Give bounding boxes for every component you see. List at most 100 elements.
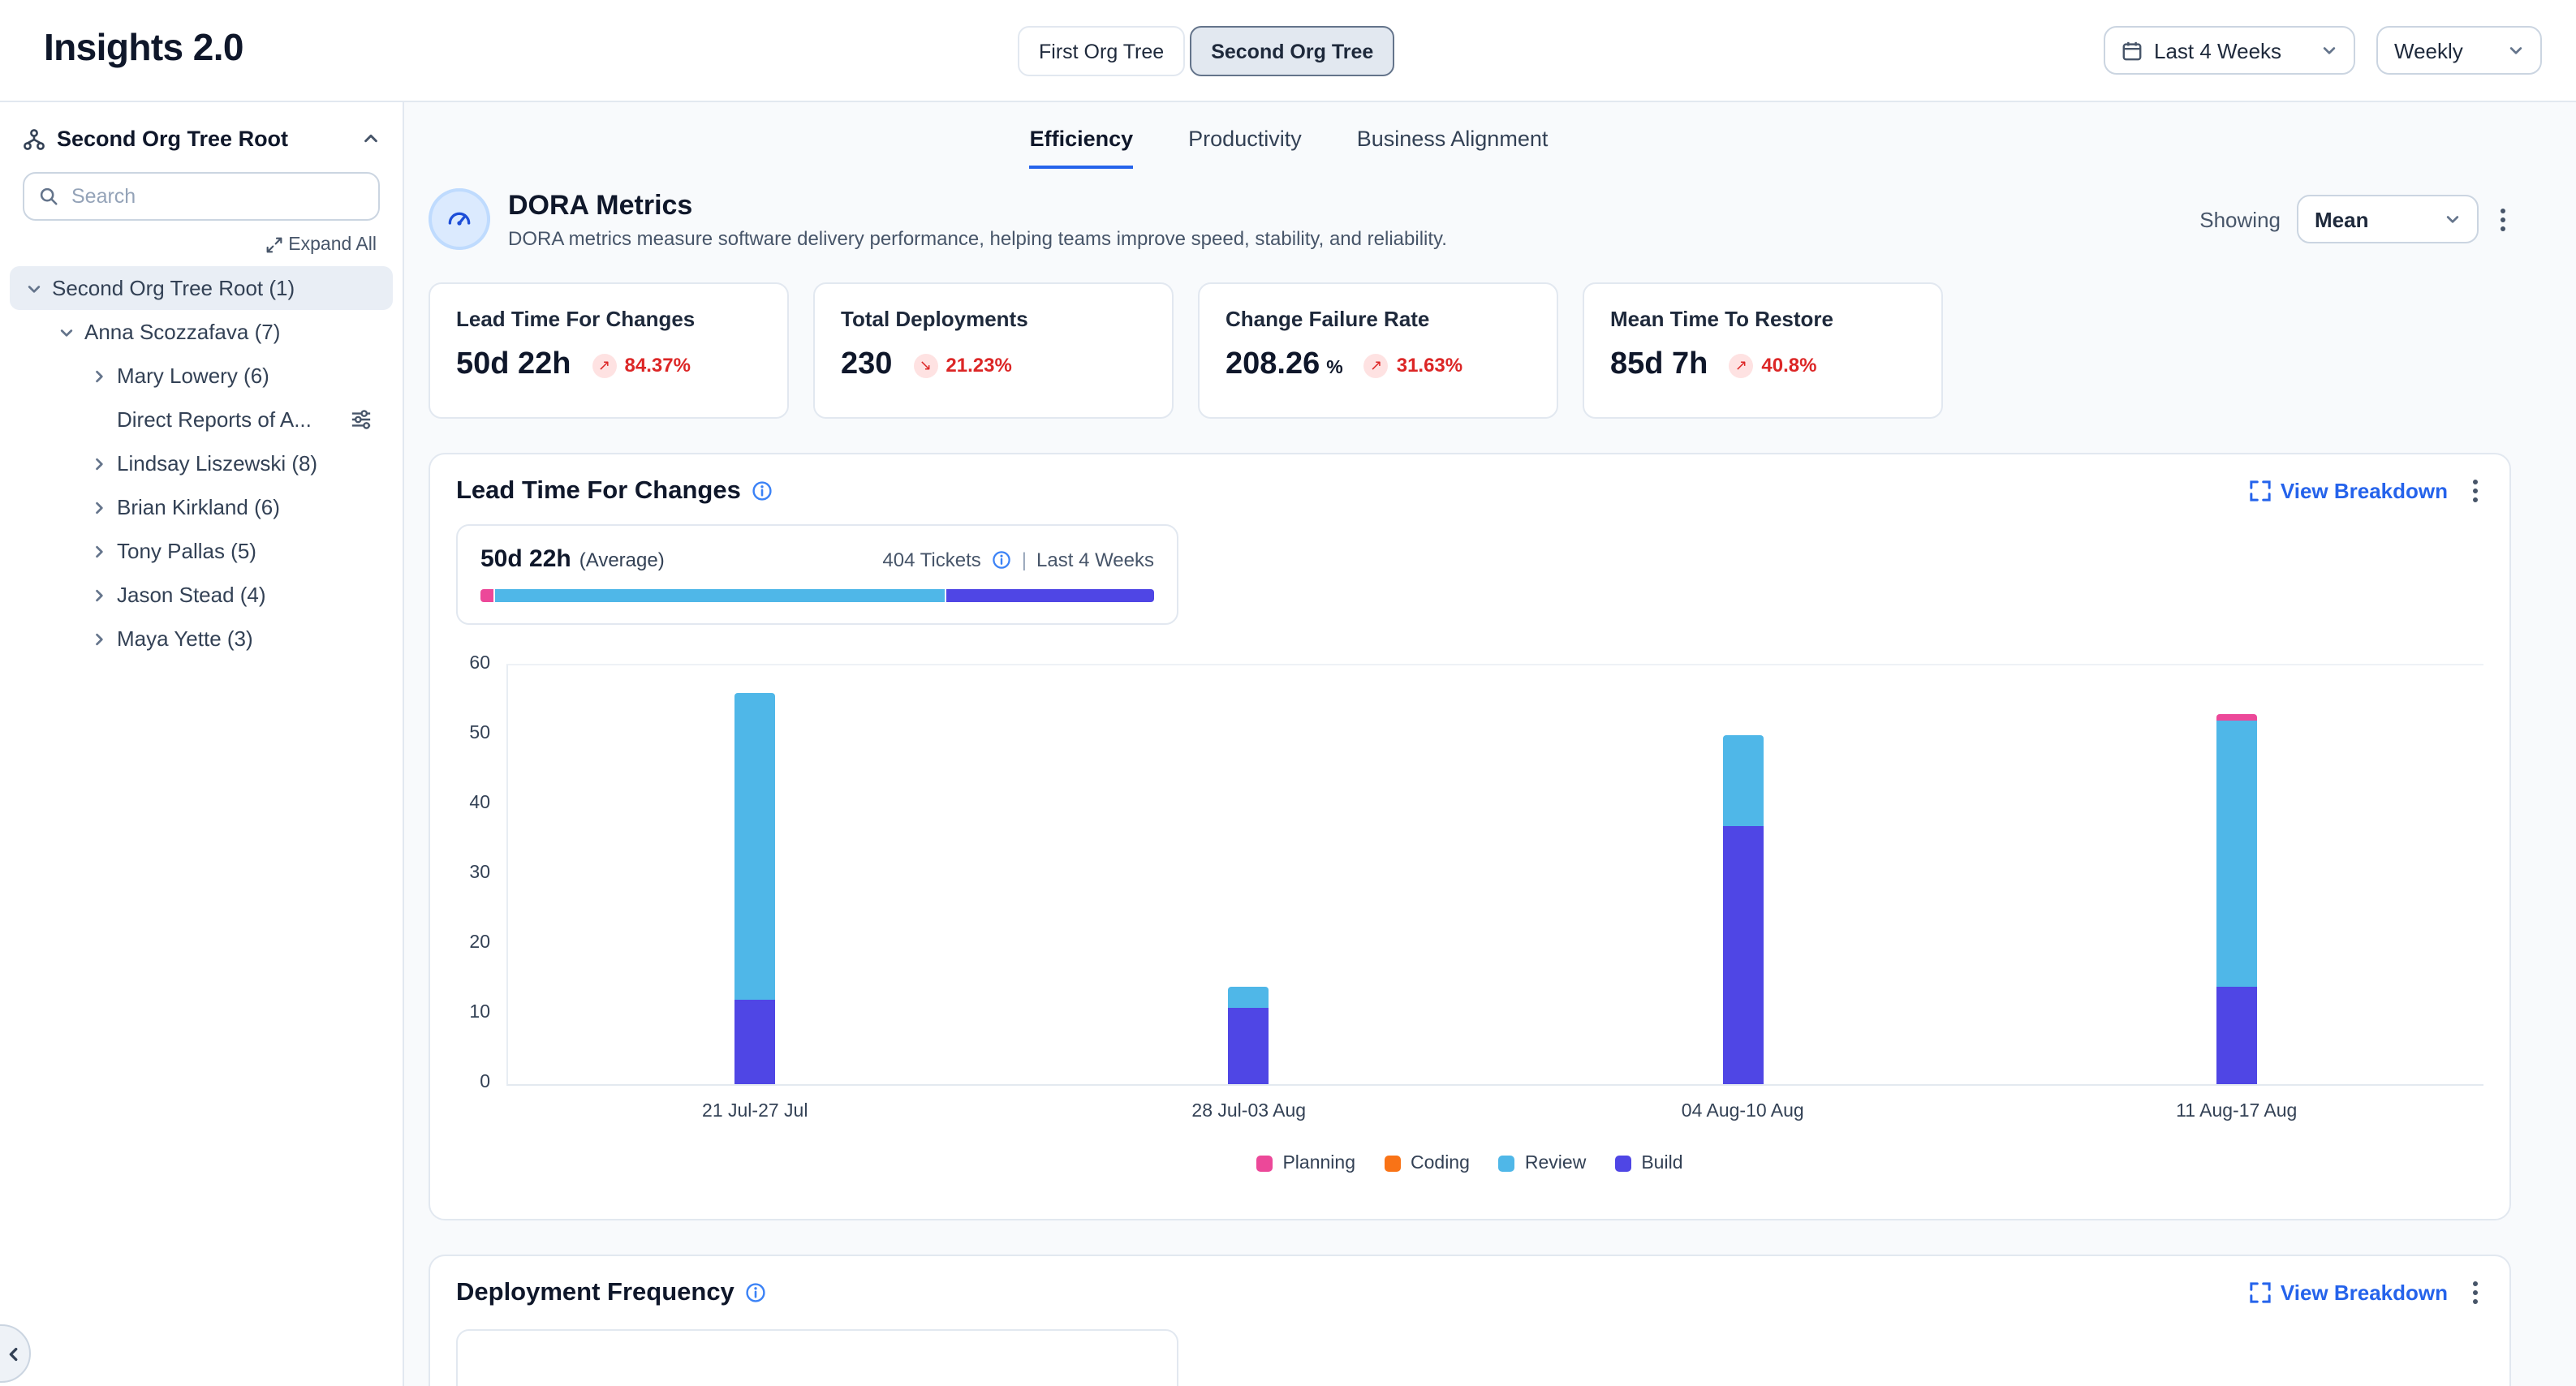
metric-card: Total Deployments230↘21.23%	[813, 282, 1174, 419]
tree-item-label: Tony Pallas (5)	[117, 539, 256, 563]
chevron-right-icon[interactable]	[88, 368, 110, 384]
bar-segment-planning	[2216, 714, 2257, 721]
bar-0[interactable]	[734, 693, 775, 1084]
showing-dropdown[interactable]: Mean	[2297, 195, 2479, 243]
tree-item[interactable]: Direct Reports of A...	[10, 398, 393, 441]
tree-item-label: Lindsay Liszewski (8)	[117, 451, 317, 476]
trend-down-icon: ↘	[913, 353, 937, 377]
chevron-right-icon[interactable]	[88, 587, 110, 603]
view-breakdown-button[interactable]: View Breakdown	[2250, 1281, 2448, 1305]
chevron-down-icon[interactable]	[55, 324, 78, 340]
bar-segment-build	[734, 1001, 775, 1084]
x-axis-label: 04 Aug-10 Aug	[1682, 1102, 1804, 1121]
metric-value: 230	[841, 347, 892, 383]
info-icon[interactable]	[746, 1282, 767, 1303]
chevron-right-icon[interactable]	[88, 455, 110, 471]
tree-item[interactable]: Second Org Tree Root (1)	[10, 266, 393, 310]
legend-label: Planning	[1282, 1154, 1355, 1173]
summary-range: Last 4 Weeks	[1036, 548, 1154, 570]
metric-delta: ↘21.23%	[913, 353, 1011, 377]
bar-3[interactable]	[2216, 714, 2257, 1084]
header-controls: Last 4 Weeks Weekly	[2104, 26, 2542, 75]
org-tree-icon	[23, 127, 45, 150]
chevron-right-icon[interactable]	[88, 543, 110, 559]
expand-all-button[interactable]: Expand All	[26, 235, 377, 255]
first-org-tree-button[interactable]: First Org Tree	[1018, 26, 1185, 76]
metric-delta-value: 31.63%	[1397, 354, 1462, 377]
tree-item[interactable]: Lindsay Liszewski (8)	[10, 441, 393, 485]
legend-swatch	[1499, 1156, 1515, 1172]
filter-icon[interactable]	[351, 409, 372, 430]
kebab-menu-icon[interactable]	[2467, 1276, 2483, 1310]
chevron-up-icon[interactable]	[362, 130, 380, 148]
bar-segment-review	[2216, 721, 2257, 987]
trend-up-icon: ↗	[1364, 353, 1389, 377]
dora-title: DORA Metrics	[508, 189, 1447, 222]
lead-time-chart: 0102030405060 21 Jul-27 Jul28 Jul-03 Aug…	[456, 664, 2483, 1086]
tree-item[interactable]: Tony Pallas (5)	[10, 529, 393, 573]
tab-efficiency[interactable]: Efficiency	[1030, 127, 1134, 169]
sidebar-search[interactable]	[23, 172, 380, 221]
tree-item-label: Mary Lowery (6)	[117, 364, 269, 388]
tree-item[interactable]: Maya Yette (3)	[10, 617, 393, 661]
tree-item-label: Second Org Tree Root (1)	[52, 276, 295, 300]
chevron-right-icon[interactable]	[88, 499, 110, 515]
x-axis-label: 21 Jul-27 Jul	[702, 1102, 808, 1121]
org-tree: Second Org Tree Root (1) Anna Scozzafava …	[0, 266, 403, 674]
y-axis-tick: 30	[469, 863, 490, 883]
summary-value: 50d 22h	[480, 545, 571, 573]
tree-item[interactable]: Anna Scozzafava (7)	[10, 310, 393, 354]
metric-unit: %	[1326, 359, 1342, 378]
tree-item[interactable]: Brian Kirkland (6)	[10, 485, 393, 529]
legend-item-planning[interactable]: Planning	[1256, 1154, 1355, 1173]
view-breakdown-button[interactable]: View Breakdown	[2250, 479, 2448, 503]
second-org-tree-button[interactable]: Second Org Tree	[1190, 26, 1394, 76]
summary-qualifier: (Average)	[579, 548, 665, 570]
bar-segment-review	[734, 693, 775, 1000]
lead-time-summary-card: 50d 22h (Average) 404 Tickets | Last 4 W…	[456, 524, 1178, 625]
legend-item-coding[interactable]: Coding	[1385, 1154, 1470, 1173]
bar-2[interactable]	[1722, 735, 1763, 1084]
tab-business-alignment[interactable]: Business Alignment	[1357, 127, 1549, 169]
info-icon[interactable]	[752, 480, 773, 501]
tree-item-label: Anna Scozzafava (7)	[84, 320, 280, 344]
metric-title: Change Failure Rate	[1226, 307, 1531, 331]
tree-item-label: Brian Kirkland (6)	[117, 495, 280, 519]
sidebar-root-label: Second Org Tree Root	[57, 127, 288, 151]
date-range-dropdown[interactable]: Last 4 Weeks	[2104, 26, 2355, 75]
chevron-right-icon[interactable]	[88, 631, 110, 647]
chevron-left-icon	[0, 1345, 22, 1362]
tree-item-label: Jason Stead (4)	[117, 583, 266, 607]
info-icon[interactable]	[993, 549, 1012, 569]
tree-item[interactable]: Mary Lowery (6)	[10, 354, 393, 398]
tab-productivity[interactable]: Productivity	[1188, 127, 1302, 169]
top-header: Insights 2.0 First Org Tree Second Org T…	[0, 0, 2576, 102]
insights-app: Insights 2.0 First Org Tree Second Org T…	[0, 0, 2576, 1386]
x-axis-label: 11 Aug-17 Aug	[2176, 1102, 2297, 1121]
tree-item[interactable]: Jason Stead (4)	[10, 573, 393, 617]
sidebar-collapse-handle[interactable]	[0, 1324, 31, 1383]
search-input[interactable]	[68, 183, 364, 209]
granularity-dropdown[interactable]: Weekly	[2376, 26, 2542, 75]
metric-delta-value: 40.8%	[1761, 354, 1816, 377]
legend-item-review[interactable]: Review	[1499, 1154, 1586, 1173]
tickets-count: 404 Tickets	[882, 548, 980, 570]
kebab-menu-icon[interactable]	[2467, 474, 2483, 508]
y-axis-tick: 50	[469, 724, 490, 743]
y-axis-tick: 40	[469, 794, 490, 813]
legend-item-build[interactable]: Build	[1615, 1154, 1682, 1173]
kebab-menu-icon[interactable]	[2495, 202, 2511, 236]
bar-segment-review	[1722, 735, 1763, 826]
chevron-down-icon[interactable]	[23, 280, 45, 296]
calendar-icon	[2122, 40, 2143, 61]
lead-time-y-axis: 0102030405060	[456, 664, 506, 1083]
deployment-frequency-panel: Deployment Frequency View Breakdown	[429, 1255, 2511, 1386]
bar-segment-build	[2216, 987, 2257, 1084]
chevron-down-icon	[2321, 42, 2337, 58]
tree-item-label: Maya Yette (3)	[117, 626, 253, 651]
bar-1[interactable]	[1229, 987, 1269, 1084]
phase-distribution-bar	[480, 589, 1154, 602]
metric-title: Mean Time To Restore	[1610, 307, 1915, 331]
dora-metric-cards: Lead Time For Changes50d 22h↗84.37%Total…	[429, 282, 2576, 419]
deployment-panel-title: Deployment Frequency	[456, 1278, 734, 1307]
